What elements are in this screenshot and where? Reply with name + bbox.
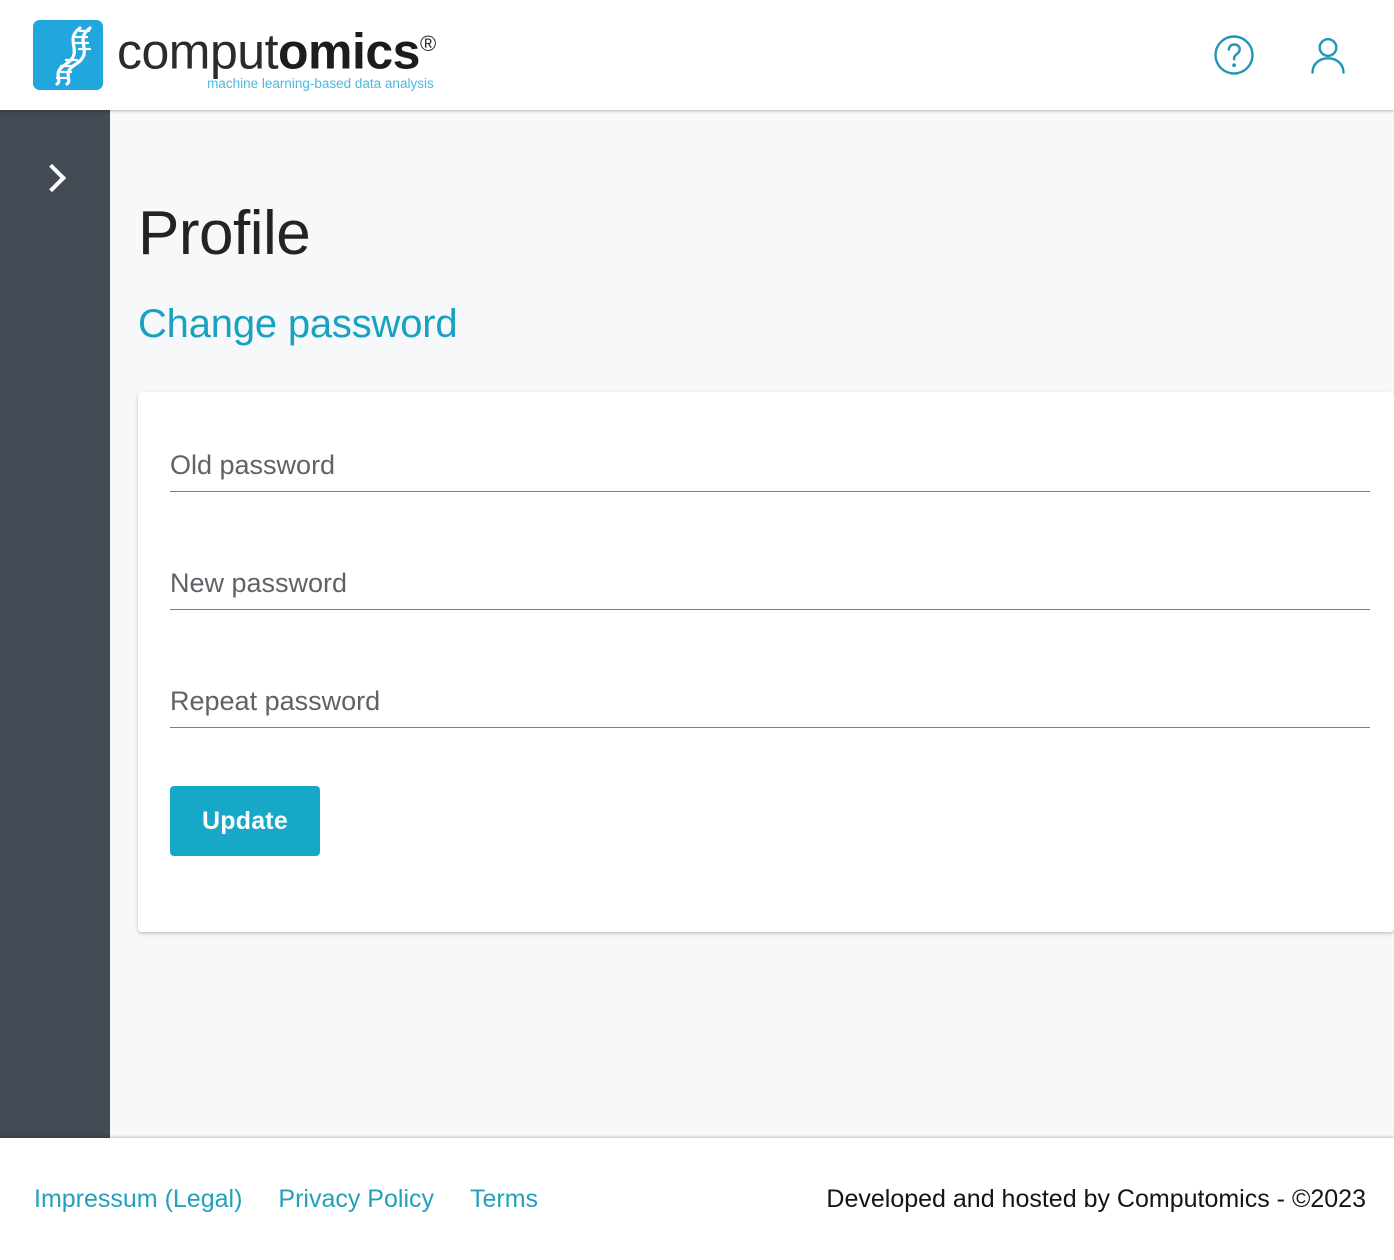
footer-link-privacy-policy[interactable]: Privacy Policy	[278, 1184, 434, 1214]
dna-helix-icon	[33, 20, 103, 90]
user-account-icon[interactable]	[1306, 33, 1350, 77]
brand-word-part1: comput	[117, 23, 278, 80]
body-row: Profile Change password Update	[0, 110, 1394, 1138]
new-password-input[interactable]	[170, 566, 1370, 610]
footer-copyright-note: Developed and hosted by Computomics - ©2…	[826, 1185, 1366, 1213]
footer-link-impressum[interactable]: Impressum (Legal)	[34, 1184, 242, 1214]
brand-word-part2: omics	[277, 23, 421, 80]
brand-text: computomics® machine learning-based data…	[117, 18, 436, 92]
section-title: Change password	[138, 302, 458, 346]
repeat-password-input[interactable]	[170, 684, 1370, 728]
change-password-card: Update	[138, 392, 1394, 932]
update-button[interactable]: Update	[170, 786, 320, 856]
registered-trademark-icon: ®	[419, 31, 436, 57]
sidebar-toggle-button[interactable]	[0, 148, 110, 208]
page-title: Profile	[138, 199, 311, 268]
new-password-field	[170, 566, 1370, 610]
app-footer: Impressum (Legal) Privacy Policy Terms D…	[0, 1138, 1394, 1260]
footer-links: Impressum (Legal) Privacy Policy Terms	[34, 1184, 538, 1214]
sidebar	[0, 110, 110, 1138]
brand-wordmark: computomics®	[117, 18, 436, 78]
brand-logo[interactable]: computomics® machine learning-based data…	[0, 18, 436, 92]
app-root: computomics® machine learning-based data…	[0, 0, 1394, 1260]
old-password-field	[170, 448, 1370, 492]
repeat-password-field	[170, 684, 1370, 728]
main-content: Profile Change password Update	[110, 110, 1394, 1138]
chevron-right-icon	[37, 163, 67, 193]
header-actions	[1212, 33, 1394, 77]
app-header: computomics® machine learning-based data…	[0, 0, 1394, 110]
footer-link-terms[interactable]: Terms	[470, 1184, 538, 1214]
help-icon[interactable]	[1212, 33, 1256, 77]
old-password-input[interactable]	[170, 448, 1370, 492]
